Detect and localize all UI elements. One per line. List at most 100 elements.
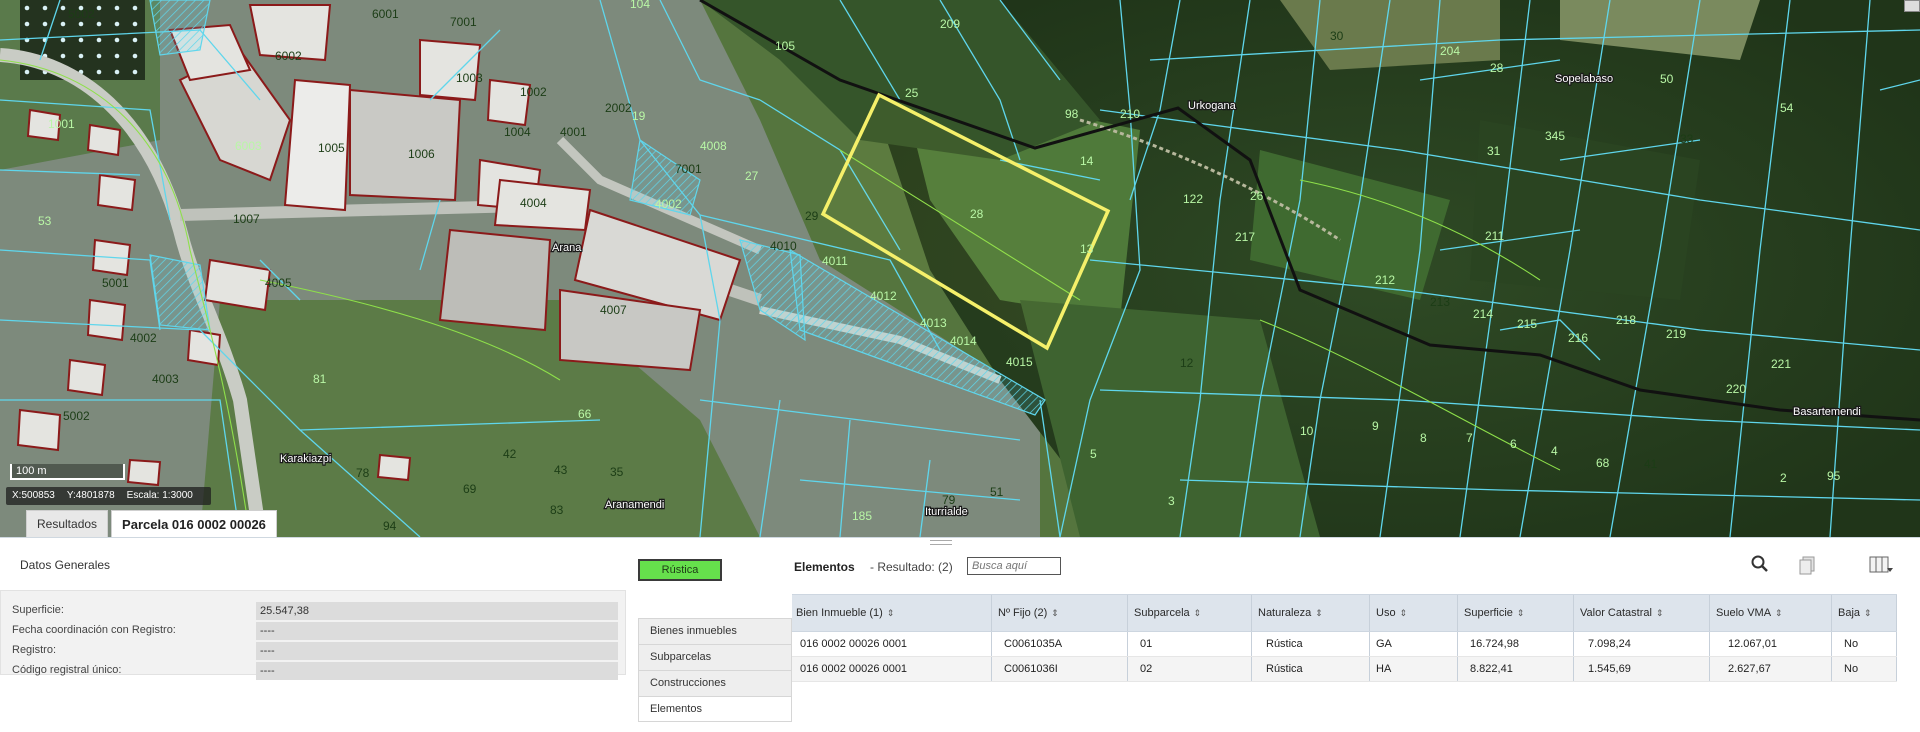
- parcel-number-label: 3: [1168, 494, 1175, 508]
- parcel-number-label: 1002: [520, 85, 547, 99]
- tipo-badge: Rústica: [638, 559, 722, 581]
- parcel-number-label: 220: [1726, 382, 1746, 396]
- parcel-number-label: 6003: [235, 139, 262, 153]
- columns-icon[interactable]: [1868, 554, 1893, 576]
- parcel-number-label: 29: [805, 209, 819, 223]
- parcel-number-label: 9: [1372, 419, 1379, 433]
- elementos-header: Elementos - Resultado: (2): [792, 554, 1920, 576]
- coord-y: Y:4801878: [66, 490, 115, 501]
- nav-elementos[interactable]: Elementos: [638, 696, 792, 722]
- parcel-number-label: 4002: [655, 197, 682, 211]
- elementos-result-count: - Resultado: (2): [870, 560, 953, 574]
- parcel-number-label: 41: [1644, 457, 1658, 471]
- nav-subparcelas[interactable]: Subparcelas: [638, 644, 792, 670]
- elementos-search-input[interactable]: [967, 557, 1061, 575]
- column-header-suelo-vma[interactable]: Suelo VMA ⇕: [1710, 595, 1832, 631]
- result-tabs: Resultados Parcela 016 0002 00026: [26, 510, 280, 537]
- table-row[interactable]: 016 0002 00026 0001 C0061036I 02 Rústica…: [792, 657, 1897, 682]
- tab-parcela[interactable]: Parcela 016 0002 00026: [111, 510, 277, 537]
- parcel-number-label: 1003: [456, 71, 483, 85]
- search-icon[interactable]: [1750, 554, 1774, 576]
- map-corner-handle[interactable]: [1904, 0, 1920, 12]
- parcel-number-label: 10: [1300, 424, 1314, 438]
- parcel-number-label: 215: [1517, 317, 1537, 331]
- parcel-number-label: 217: [1235, 230, 1255, 244]
- datos-value: 25.547,38: [256, 602, 618, 620]
- column-header-baja[interactable]: Baja ⇕: [1832, 595, 1897, 631]
- place-name-label: Iturrialde: [925, 506, 968, 518]
- cell-uso: GA: [1370, 632, 1458, 656]
- parcel-number-label: 5: [1090, 447, 1097, 461]
- nav-construcciones[interactable]: Construcciones: [638, 670, 792, 696]
- parcel-number-label: 4001: [560, 125, 587, 139]
- parcel-number-label: 7001: [675, 162, 702, 176]
- parcel-number-label: 4007: [600, 303, 627, 317]
- parcel-number-label: 4003: [152, 372, 179, 386]
- column-header-valor-catastral[interactable]: Valor Catastral ⇕: [1574, 595, 1710, 631]
- parcel-number-label: 5002: [68, 7, 95, 21]
- parcel-number-label: 216: [1568, 331, 1588, 345]
- parcel-number-label: 2: [1780, 471, 1787, 485]
- datos-row-registro: Registro: ----: [1, 642, 627, 660]
- parcel-number-label: 6001: [372, 7, 399, 21]
- datos-row-codigo: Código registral único: ----: [1, 662, 627, 680]
- datos-generales-title: Datos Generales: [20, 558, 111, 572]
- column-header-subparcela[interactable]: Subparcela ⇕: [1128, 595, 1252, 631]
- parcel-number-label: 104: [630, 0, 650, 11]
- parcel-number-label: 31: [1487, 144, 1501, 158]
- scale-bar: 100 m: [10, 464, 125, 480]
- parcel-number-label: 1007: [233, 212, 260, 226]
- tab-resultados[interactable]: Resultados: [26, 510, 109, 537]
- table-row[interactable]: 016 0002 00026 0001 C0061035A 01 Rústica…: [792, 632, 1897, 657]
- parcel-number-label: 4011: [822, 254, 848, 268]
- table-body: 016 0002 00026 0001 C0061035A 01 Rústica…: [792, 632, 1897, 682]
- cell-subparcela: 01: [1128, 632, 1252, 656]
- parcel-number-label: 25: [905, 86, 919, 100]
- parcel-number-label: 1005: [318, 141, 345, 155]
- parcel-number-label: 83: [550, 503, 564, 517]
- place-name-label: Aranamendi: [605, 499, 664, 511]
- parcel-number-label: 6002: [275, 49, 302, 63]
- parcel-number-label: 1001: [48, 117, 75, 131]
- side-nav: Bienes inmuebles Subparcelas Construccio…: [638, 618, 792, 722]
- column-header-superficie[interactable]: Superficie ⇕: [1458, 595, 1574, 631]
- nav-bienes-inmuebles[interactable]: Bienes inmuebles: [638, 618, 792, 644]
- cell-baja: No: [1832, 657, 1897, 681]
- datos-generales-section: Datos Generales Superficie: 25.547,38 Fe…: [0, 550, 626, 720]
- cell-superficie: 8.822,41: [1458, 657, 1574, 681]
- cell-naturaleza: Rústica: [1252, 657, 1370, 681]
- coordinate-readout: X:500853 Y:4801878 Escala: 1:3000: [6, 487, 211, 505]
- elementos-table: Bien Inmueble (1) ⇕ Nº Fijo (2) ⇕ Subparce…: [792, 594, 1897, 682]
- cell-bien-inmueble: 016 0002 00026 0001: [792, 657, 992, 681]
- parcel-number-label: 27: [745, 169, 759, 183]
- cell-suelo-vma: 12.067,01: [1710, 632, 1832, 656]
- parcel-number-label: 4010: [770, 239, 797, 253]
- column-header-bien-inmueble[interactable]: Bien Inmueble (1) ⇕: [792, 595, 992, 631]
- table-header-row: Bien Inmueble (1) ⇕ Nº Fijo (2) ⇕ Subparce…: [792, 594, 1897, 632]
- copy-icon[interactable]: [1797, 554, 1821, 576]
- datos-row-superficie: Superficie: 25.547,38: [1, 602, 627, 620]
- parcel-number-label: 43: [554, 463, 568, 477]
- parcel-number-label: 7: [1466, 431, 1473, 445]
- parcel-number-label: 105: [775, 39, 795, 53]
- datos-label: Registro:: [12, 644, 57, 656]
- map-canvas[interactable]: 5002 600170011046002100310022091053020428…: [0, 0, 1920, 537]
- panel-splitter-handle[interactable]: [930, 540, 952, 545]
- parcel-number-label: 50: [1660, 72, 1674, 86]
- parcel-number-label: 13: [1080, 242, 1094, 256]
- column-header-naturaleza[interactable]: Naturaleza ⇕: [1252, 595, 1370, 631]
- place-name-label: Sopelabaso: [1555, 73, 1613, 85]
- detail-panel: Datos Generales Superficie: 25.547,38 Fe…: [0, 537, 1920, 732]
- parcel-number-label: 98: [1065, 107, 1079, 121]
- place-name-label: Karakiazpi: [280, 453, 331, 465]
- cell-valor-catastral: 7.098,24: [1574, 632, 1710, 656]
- parcel-number-label: 4002: [130, 331, 157, 345]
- parcel-number-label: 4014: [950, 334, 977, 348]
- parcel-number-label: 42: [503, 447, 517, 461]
- column-header-no-fijo[interactable]: Nº Fijo (2) ⇕: [992, 595, 1128, 631]
- parcel-number-label: 214: [1473, 307, 1493, 321]
- column-header-uso[interactable]: Uso ⇕: [1370, 595, 1458, 631]
- parcel-number-label: 69: [463, 482, 477, 496]
- parcel-number-label: 12: [1180, 356, 1194, 370]
- map-view[interactable]: 5002 6001 7001 104 6002 1003 1002 209 105 30 204 28…: [0, 0, 1920, 537]
